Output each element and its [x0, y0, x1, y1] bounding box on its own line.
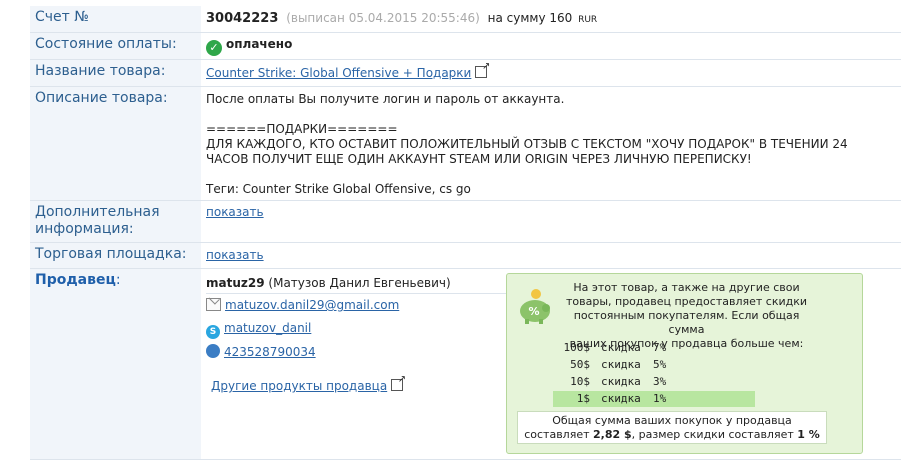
tier-word: скидка [601, 375, 641, 388]
product-row: Название товара: Counter Strike: Global … [30, 60, 901, 87]
icq-icon [206, 344, 220, 358]
tier-amount: 1$ [576, 392, 590, 405]
discount-total-percent: 1 % [797, 428, 820, 441]
seller-email: matuzov.danil29@gmail.com [206, 298, 399, 316]
seller-email-link[interactable]: matuzov.danil29@gmail.com [225, 298, 399, 312]
discount-total: Общая сумма ваших покупок у продавца сос… [517, 411, 827, 444]
seller-icq: 423528790034 [206, 344, 316, 362]
discount-box: % На этот товар, а также на другие свои … [506, 273, 863, 454]
description-tags: Теги: Counter Strike Global Offensive, c… [206, 182, 471, 196]
seller-divider [206, 293, 509, 294]
discount-total-line2: составляет 2,82 $, размер скидки составл… [518, 428, 826, 442]
tier-amount: 50$ [570, 358, 590, 371]
description-line-4: ЧАСОВ ПОЛУЧИТ ЕЩЕ ОДИН АККАУНТ STEAM ИЛИ… [206, 152, 752, 166]
invoice-value: 30042223 (выписан 05.04.2015 20:55:46) н… [206, 6, 901, 26]
discount-total-middle: , размер скидки составляет [631, 428, 794, 441]
seller-icq-link[interactable]: 423528790034 [224, 345, 316, 359]
seller-label-text: Продавец [35, 272, 116, 288]
payment-status: оплачено [226, 37, 293, 51]
tier-percent: 5% [653, 358, 667, 371]
extra-info-label: Дополнительная информация: [30, 201, 201, 242]
discount-total-line1: Общая сумма ваших покупок у продавца [552, 414, 792, 427]
check-icon: ✓ [206, 40, 222, 56]
tier-amount: 100$ [563, 341, 591, 354]
description-label: Описание товара: [30, 87, 201, 200]
invoice-label: Счет № [30, 6, 201, 32]
discount-tier: 100$ скидка 7% [553, 340, 755, 356]
discount-total-value: 2,82 $ [593, 428, 632, 441]
seller-other-products: Другие продукты продавца [211, 374, 406, 397]
extra-info-show-link[interactable]: показать [206, 205, 264, 219]
description-row: Описание товара: После оплаты Вы получит… [30, 87, 901, 201]
tier-word: скидка [601, 358, 641, 371]
discount-tier: 10$ скидка 3% [553, 374, 755, 390]
payment-label: Состояние оплаты: [30, 33, 201, 59]
seller-label: Продавец: [30, 269, 201, 459]
payment-row: Состояние оплаты: ✓ оплачено [30, 33, 901, 60]
tier-amount: 10$ [570, 375, 590, 388]
tier-word: скидка [601, 392, 641, 405]
skype-icon: S [206, 325, 220, 339]
invoice-currency: RUR [578, 15, 598, 25]
seller-fullname: (Матузов Данил Евгеньевич) [268, 276, 451, 290]
tier-word: скидка [601, 341, 641, 354]
extra-info-row: Дополнительная информация: показать [30, 201, 901, 243]
seller-label-colon: : [115, 272, 121, 288]
seller-nick: matuz29 [206, 276, 265, 290]
description-line-2: ======ПОДАРКИ======= [206, 122, 398, 136]
other-products-link[interactable]: Другие продукты продавца [211, 379, 387, 393]
description-text: После оплаты Вы получите логин и пароль … [206, 87, 901, 197]
product-label: Название товара: [30, 60, 201, 86]
product-value: Counter Strike: Global Offensive + Подар… [206, 60, 901, 80]
discount-total-prefix: составляет [524, 428, 590, 441]
invoice-row: Счет № 30042223 (выписан 05.04.2015 20:5… [30, 6, 901, 33]
tier-percent: 7% [653, 341, 667, 354]
extra-info-label-line1: Дополнительная [35, 204, 160, 220]
extra-info-value: показать [206, 201, 901, 219]
seller-skype-link[interactable]: matuzov_danil [224, 321, 311, 335]
invoice-issued: (выписан 05.04.2015 20:55:46) [286, 11, 480, 25]
discount-text-line1: На этот товар, а также на другие свои [573, 281, 800, 294]
tier-percent: 1% [653, 392, 667, 405]
product-name-link[interactable]: Counter Strike: Global Offensive + Подар… [206, 66, 471, 80]
external-link-icon [391, 374, 406, 391]
payment-value: ✓ оплачено [206, 33, 901, 56]
discount-text-line2: товары, продавец предоставляет скидки [565, 295, 808, 308]
discount-tier: 50$ скидка 5% [553, 357, 755, 373]
discount-text-line3: постоянным покупателям. Если общая сумма [573, 309, 800, 336]
invoice-number: 30042223 [206, 11, 279, 26]
description-line-3: ДЛЯ КАЖДОГО, КТО ОСТАВИТ ПОЛОЖИТЕЛЬНЫЙ О… [206, 137, 848, 151]
svg-text:%: % [528, 305, 539, 318]
invoice-amount: на сумму 160 [487, 11, 573, 25]
extra-info-label-line2: информация: [35, 221, 134, 237]
seller-skype: Smatuzov_danil [206, 321, 311, 339]
marketplace-row: Торговая площадка: показать [30, 243, 901, 269]
description-line-1: После оплаты Вы получите логин и пароль … [206, 92, 565, 106]
tier-percent: 3% [653, 375, 667, 388]
external-link-icon [475, 61, 490, 78]
marketplace-value: показать [206, 243, 901, 262]
marketplace-show-link[interactable]: показать [206, 248, 264, 262]
marketplace-label: Торговая площадка: [30, 243, 201, 268]
discount-tier-active: 1$ скидка 1% [553, 391, 755, 407]
mail-icon [206, 298, 221, 311]
piggy-bank-icon: % [520, 289, 550, 324]
